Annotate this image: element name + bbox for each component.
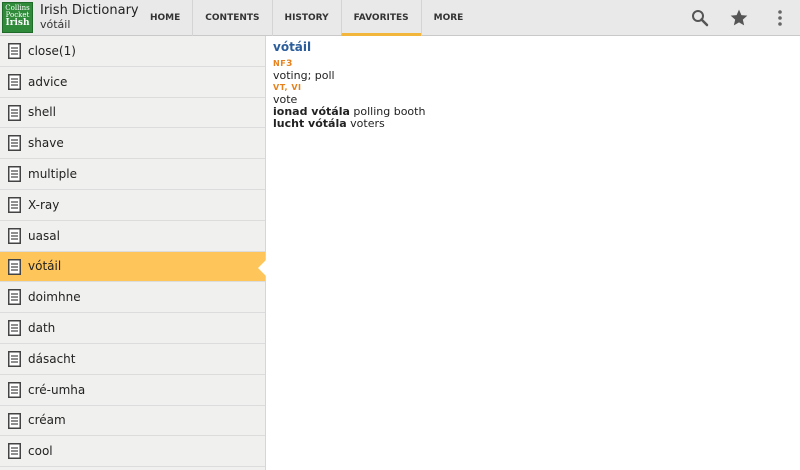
tab-home[interactable]: HOME — [138, 0, 192, 36]
entry-pos-2: VT, VI — [273, 83, 302, 92]
list-item[interactable]: multiple — [0, 159, 265, 190]
action-bar: Collins Pocket Irish Irish Dictionary vó… — [0, 0, 800, 36]
list-item[interactable]: close(1) — [0, 36, 265, 67]
document-icon — [8, 104, 21, 121]
document-icon — [8, 289, 21, 306]
app-subtitle: vótáil — [40, 18, 71, 31]
list-item[interactable]: cool — [0, 436, 265, 468]
favorite-button[interactable] — [727, 6, 751, 30]
list-item-label: close(1) — [28, 43, 76, 58]
list-item[interactable]: X-ray — [0, 190, 265, 221]
document-icon — [8, 227, 21, 244]
list-item-label: uasal — [28, 228, 60, 243]
list-item[interactable]: uasal — [0, 221, 265, 252]
tab-contents[interactable]: CONTENTS — [192, 0, 271, 36]
document-icon — [8, 443, 21, 460]
entry-pos-1: NF3 — [273, 58, 794, 70]
entry-pos-1-num: 3 — [286, 59, 293, 69]
document-icon — [8, 258, 21, 275]
list-item[interactable]: advice — [0, 67, 265, 98]
list-item-label: dath — [28, 321, 56, 336]
list-item[interactable]: doimhne — [0, 282, 265, 314]
document-icon — [8, 196, 21, 213]
list-item[interactable]: créam — [0, 406, 265, 437]
list-item-label: shave — [28, 136, 64, 151]
search-icon — [692, 10, 709, 27]
list-item[interactable]: dásacht — [0, 344, 265, 375]
entry-example-2: lucht vótála voters — [273, 118, 794, 130]
app-logo[interactable]: Collins Pocket Irish — [2, 2, 33, 33]
document-icon — [8, 320, 21, 337]
entry-example-2-term: lucht vótála — [273, 117, 347, 130]
list-item-label: vótáil — [28, 259, 62, 274]
entry-pos-1-label: NF — [273, 59, 287, 68]
favorites-list[interactable]: close(1) advice shell shave multiple X-ray uas… — [0, 36, 266, 470]
app-title: Irish Dictionary — [40, 3, 139, 18]
tab-bar: HOME CONTENTS HISTORY FAVORITES MORE — [138, 0, 475, 36]
document-icon — [8, 381, 21, 398]
list-item-label: shell — [28, 105, 56, 120]
tab-more[interactable]: MORE — [420, 0, 476, 36]
list-item-label: doimhne — [28, 290, 81, 305]
entry-definition-1: voting; poll — [273, 69, 335, 82]
list-item-label: cré-umha — [28, 382, 86, 397]
document-icon — [8, 166, 21, 183]
tab-favorites[interactable]: FAVORITES — [340, 0, 421, 36]
document-icon — [8, 135, 21, 152]
star-icon — [730, 9, 748, 26]
entry-example-2-def: voters — [350, 117, 385, 130]
overflow-menu-button[interactable] — [768, 6, 792, 30]
list-item-label: X-ray — [28, 197, 60, 212]
logo-line-3: Irish — [5, 18, 30, 28]
entry-panel: vótáil NF3 voting; poll VT, VI vote iona… — [267, 36, 800, 470]
list-item-label: cool — [28, 444, 53, 459]
list-item[interactable]: shave — [0, 128, 265, 160]
document-icon — [8, 350, 21, 367]
list-item[interactable]: shell — [0, 98, 265, 129]
list-item-label: multiple — [28, 167, 78, 182]
document-icon — [8, 73, 21, 90]
more-vert-icon — [778, 10, 782, 26]
tab-history[interactable]: HISTORY — [271, 0, 341, 36]
entry-headword: vótáil — [273, 40, 312, 54]
search-button[interactable] — [688, 6, 712, 30]
list-item-label: dásacht — [28, 351, 76, 366]
list-item-label: advice — [28, 74, 68, 89]
document-icon — [8, 412, 21, 429]
list-item[interactable]: vótáil — [0, 251, 266, 283]
list-item-label: créam — [28, 413, 66, 428]
list-item[interactable]: dath — [0, 313, 265, 344]
document-icon — [8, 43, 21, 59]
selection-pointer — [258, 259, 266, 276]
list-item[interactable]: cré-umha — [0, 375, 265, 406]
